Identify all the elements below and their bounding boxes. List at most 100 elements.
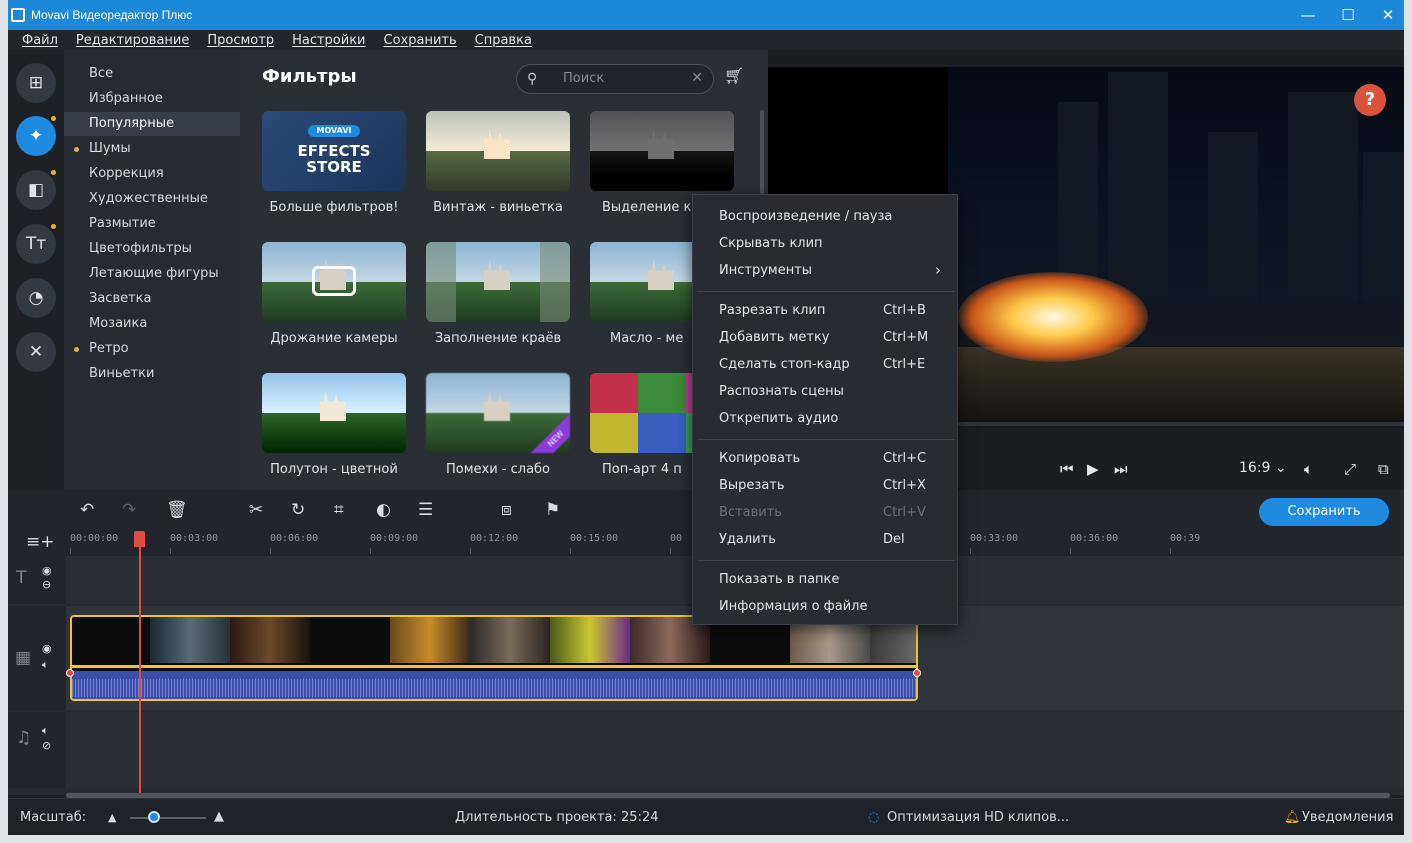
category-item[interactable]: Цветофильтры (64, 237, 240, 261)
filter-label[interactable]: Дрожание камеры (252, 331, 416, 346)
mute-speaker-icon[interactable]: 🔈︎ (42, 658, 49, 672)
visibility-eye-icon[interactable]: ◉ (42, 642, 52, 655)
crop-icon[interactable]: ⌗ (334, 500, 344, 520)
menu-file[interactable]: Файл (22, 33, 58, 48)
filter-thumb[interactable] (262, 373, 406, 453)
filter-thumb[interactable] (262, 242, 406, 322)
filter-label[interactable]: Полутон - цветной (252, 462, 416, 477)
redo-icon[interactable]: ↷ (122, 500, 136, 520)
mute-speaker-icon[interactable]: 🔈︎ (42, 724, 49, 738)
context-menu-item[interactable]: Инструменты (719, 263, 812, 278)
fullscreen-icon[interactable]: ⤢ (1344, 460, 1356, 478)
category-item[interactable]: Все (64, 62, 240, 86)
search-input[interactable]: ⚲ Поиск ✕ (516, 64, 714, 94)
menu-save[interactable]: Сохранить (384, 33, 457, 48)
context-menu-item[interactable]: Открепить аудио (719, 411, 838, 426)
play-icon[interactable]: ▶︎ (1087, 460, 1099, 478)
audio-track[interactable] (66, 712, 1404, 788)
context-menu-item[interactable]: Сделать стоп-кадр (719, 357, 850, 372)
menu-edit[interactable]: Редактирование (76, 33, 189, 48)
help-button[interactable]: ? (1354, 84, 1386, 116)
delete-icon[interactable]: 🗑︎ (166, 500, 188, 520)
more-tools-icon[interactable]: ✕ (16, 332, 56, 372)
category-item[interactable]: Избранное (64, 87, 240, 111)
filter-thumb[interactable] (426, 242, 570, 322)
menu-view[interactable]: Просмотр (207, 33, 274, 48)
search-icon: ⚲ (527, 71, 538, 87)
clip-properties-icon[interactable]: ☰ (418, 500, 433, 520)
playhead[interactable] (139, 531, 141, 793)
previous-icon[interactable]: ⏮︎ (1060, 460, 1074, 478)
insert-clip-icon[interactable]: ⧈ (501, 500, 512, 520)
filter-thumb[interactable]: NEW (426, 373, 570, 453)
category-item[interactable]: Художественные (64, 187, 240, 211)
menu-help[interactable]: Справка (475, 33, 532, 48)
import-icon[interactable]: ⊞ (16, 63, 56, 103)
notifications-link[interactable]: Уведомления (1302, 810, 1393, 825)
context-menu-item[interactable]: Скрывать клип (719, 236, 823, 251)
color-adjust-icon[interactable]: ◐ (376, 500, 391, 520)
titles-icon[interactable]: Tт (16, 224, 56, 264)
volume-keyframe[interactable] (66, 669, 74, 677)
filter-label[interactable]: Масло - ме (580, 331, 683, 346)
playhead-handle[interactable] (134, 531, 145, 547)
context-menu-item[interactable]: Добавить метку (719, 330, 830, 345)
marker-flag-icon[interactable]: ⚑ (545, 500, 560, 520)
context-menu-item[interactable]: Вырезать (719, 478, 785, 493)
filters-magic-icon[interactable]: ✦ (16, 116, 56, 156)
volume-keyframe[interactable] (913, 669, 921, 677)
category-item[interactable]: Летающие фигуры (64, 262, 240, 286)
filter-label[interactable]: Больше фильтров! (252, 200, 416, 215)
context-menu-item[interactable]: Информация о файле (719, 599, 868, 614)
panel-scrollbar[interactable] (760, 110, 764, 194)
category-item[interactable]: Виньетки (64, 362, 240, 386)
category-item[interactable]: Мозаика (64, 312, 240, 336)
cut-icon[interactable]: ✂︎ (249, 500, 263, 520)
add-track-icon[interactable]: ≡+ (26, 532, 55, 552)
category-item[interactable]: Размытие (64, 212, 240, 236)
minimize-button[interactable]: — (1288, 0, 1328, 30)
zoom-in-icon[interactable]: ▲ (214, 809, 224, 824)
transitions-icon[interactable]: ◧ (16, 170, 56, 210)
context-menu-item[interactable]: Распознать сцены (719, 384, 844, 399)
category-item[interactable]: Засветка (64, 287, 240, 311)
filter-label[interactable]: Помехи - слабо (416, 462, 580, 477)
filter-label[interactable]: Поп-арт 4 п (580, 462, 682, 477)
maximize-button[interactable]: ☐ (1328, 0, 1368, 30)
filter-label[interactable]: Выделение к (580, 200, 691, 215)
category-item[interactable]: Коррекция (64, 162, 240, 186)
cart-icon[interactable]: 🛒︎ (724, 66, 744, 85)
context-menu-item[interactable]: Копировать (719, 451, 800, 466)
detach-player-icon[interactable]: ⧉ (1378, 460, 1389, 478)
zoom-slider-handle[interactable] (148, 811, 160, 823)
undo-icon[interactable]: ↶ (80, 500, 94, 520)
context-menu-item[interactable]: Удалить (719, 532, 776, 547)
zoom-out-icon[interactable]: ▲ (108, 811, 116, 824)
save-button[interactable]: Сохранить (1259, 498, 1389, 526)
clear-search-icon[interactable]: ✕ (691, 70, 703, 86)
bell-icon[interactable]: 🔔︎ (1284, 810, 1301, 825)
filter-thumb-store[interactable]: MOVAVI EFFECTS STORE (262, 111, 406, 191)
volume-icon[interactable]: 🔈︎ (1304, 460, 1313, 478)
stickers-icon[interactable]: ◔ (16, 278, 56, 318)
visibility-eye-icon[interactable]: ◉ (42, 564, 52, 577)
aspect-ratio-dropdown[interactable]: 16:9 ⌄ (1239, 460, 1287, 476)
zoom-slider-track[interactable] (130, 817, 206, 819)
category-item[interactable]: Шумы (64, 137, 240, 161)
filter-label[interactable]: Винтаж - виньетка (416, 200, 580, 215)
context-menu-item[interactable]: Показать в папке (719, 572, 839, 587)
context-menu-item[interactable]: Воспроизведение / пауза (719, 209, 892, 224)
link-icon[interactable]: ⊖ (42, 578, 51, 591)
close-button[interactable]: ✕ (1368, 0, 1404, 30)
unlink-icon[interactable]: ⊘ (42, 739, 51, 752)
filter-thumb[interactable] (426, 111, 570, 191)
filter-label[interactable]: Заполнение краёв (416, 331, 580, 346)
context-menu-item[interactable]: Разрезать клип (719, 303, 825, 318)
next-icon[interactable]: ⏭︎ (1114, 460, 1128, 478)
filter-thumb[interactable] (590, 111, 734, 191)
menu-settings[interactable]: Настройки (292, 33, 365, 48)
category-item[interactable]: Ретро (64, 337, 240, 361)
video-clip[interactable] (70, 615, 918, 701)
category-item[interactable]: Популярные (64, 112, 240, 136)
rotate-icon[interactable]: ↻ (291, 500, 305, 520)
